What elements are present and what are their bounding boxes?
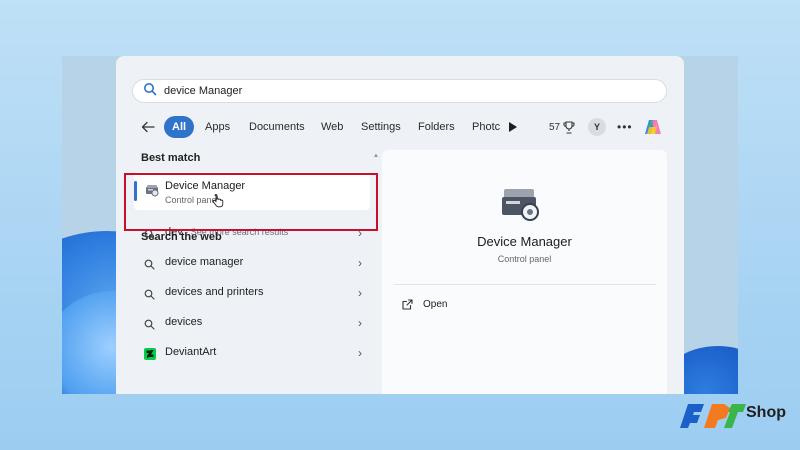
best-match-item[interactable]: Device Manager Control panel	[134, 172, 370, 210]
web-result-item[interactable]: dev - See more search results ›	[132, 218, 376, 248]
web-result-suffix: - See more search results	[182, 227, 289, 237]
web-result-item[interactable]: device manager ›	[132, 248, 376, 278]
filter-bar: All Apps Documents Web Settings Folders …	[138, 116, 668, 138]
start-search-panel: All Apps Documents Web Settings Folders …	[116, 56, 684, 394]
web-result-item[interactable]: devices and printers ›	[132, 278, 376, 308]
filter-chip-folders[interactable]: Folders	[411, 116, 462, 138]
filter-chip-apps[interactable]: Apps	[198, 116, 237, 138]
filter-chip-documents[interactable]: Documents	[242, 116, 312, 138]
results-list: Best match ▲ Device Manager Control pane…	[132, 150, 379, 394]
trophy-icon[interactable]	[563, 116, 575, 138]
more-filters-button[interactable]	[506, 116, 520, 138]
chevron-right-icon: ›	[358, 226, 362, 240]
selection-indicator	[134, 181, 137, 201]
web-result-label: devices and printers	[165, 286, 264, 298]
mouse-cursor-icon	[212, 194, 224, 213]
divider	[394, 284, 656, 285]
chevron-right-icon: ›	[358, 286, 362, 300]
copilot-icon[interactable]	[643, 116, 663, 138]
open-action[interactable]: Open	[402, 299, 447, 310]
search-input[interactable]	[164, 85, 644, 97]
open-label: Open	[423, 299, 448, 310]
search-box[interactable]	[132, 79, 667, 103]
scroll-up-icon[interactable]: ▲	[373, 153, 379, 159]
filter-chip-web[interactable]: Web	[314, 116, 350, 138]
web-result-label: device manager	[165, 256, 244, 268]
device-manager-icon	[500, 183, 542, 228]
open-external-icon	[402, 299, 413, 310]
search-icon	[144, 257, 155, 275]
best-match-subtitle: Control panel	[165, 195, 219, 205]
web-result-item[interactable]: DeviantArt ›	[132, 338, 376, 368]
more-options-button[interactable]: •••	[617, 116, 633, 138]
chevron-right-icon: ›	[358, 256, 362, 270]
web-result-label: devices	[165, 316, 203, 328]
search-icon	[143, 82, 157, 101]
best-match-heading: Best match	[141, 152, 201, 164]
arrow-left-icon	[141, 121, 155, 133]
avatar[interactable]: Y	[588, 118, 606, 136]
filter-chip-settings[interactable]: Settings	[354, 116, 408, 138]
search-icon	[144, 227, 155, 245]
best-match-title: Device Manager	[165, 180, 246, 192]
rewards-count: 57	[549, 121, 561, 133]
device-manager-icon	[144, 182, 160, 203]
web-result-label: DeviantArt	[165, 346, 217, 358]
filter-chip-all[interactable]: All	[164, 116, 195, 138]
back-button[interactable]	[138, 116, 158, 138]
chevron-right-icon: ›	[358, 346, 362, 360]
deviantart-icon	[144, 347, 156, 365]
detail-pane: Device Manager Control panel Open	[382, 150, 667, 394]
search-icon	[144, 287, 155, 305]
detail-subtitle: Control panel	[497, 254, 552, 264]
filter-chip-photos[interactable]: Photc	[465, 116, 507, 138]
chevron-right-icon: ›	[358, 316, 362, 330]
play-icon	[509, 122, 517, 132]
detail-title: Device Manager	[477, 234, 572, 249]
fpt-shop-wordmark: Shop	[746, 404, 786, 421]
search-icon	[144, 317, 155, 335]
web-result-item[interactable]: devices ›	[132, 308, 376, 338]
web-result-label: dev - See more search results	[165, 226, 289, 238]
